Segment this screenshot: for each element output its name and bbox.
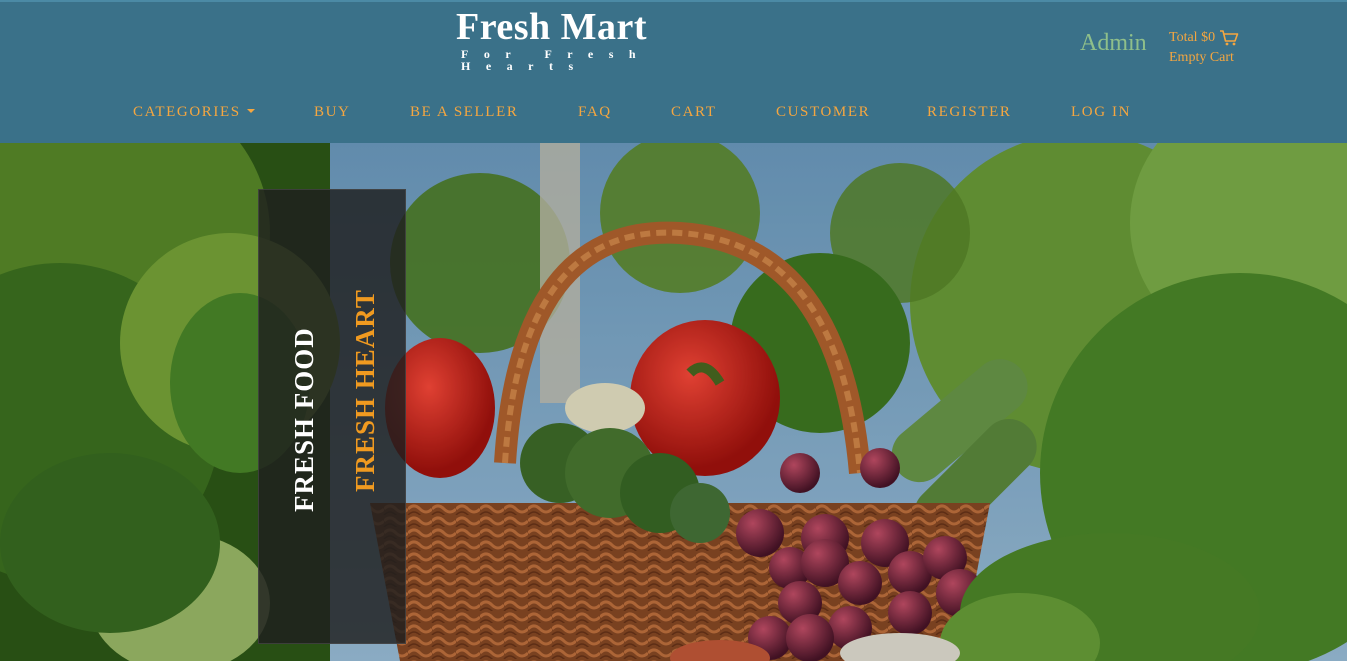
cart-total: Total $0 (1169, 30, 1216, 45)
site-header: Fresh Mart For Fresh Hearts Admin Total … (0, 0, 1347, 143)
main-nav: CATEGORIES BUY BE A SELLER FAQ CART CUST… (0, 104, 1347, 124)
caret-down-icon (246, 108, 255, 113)
admin-link[interactable]: Admin (1080, 30, 1147, 57)
nav-cart[interactable]: CART (671, 104, 717, 121)
nav-categories-label: CATEGORIES (133, 104, 241, 120)
hero-banner: FRESH FOOD FRESH HEART (258, 189, 406, 644)
hero-line-fresh-heart: FRESH HEART (350, 289, 380, 492)
cart-total-row[interactable]: Total $0 (1169, 28, 1239, 48)
nav-register[interactable]: REGISTER (927, 104, 1011, 121)
hero-section: FRESH FOOD FRESH HEART (0, 143, 1347, 661)
brand-tagline: For Fresh Hearts (461, 47, 652, 73)
hero-vegetable-basket-image (0, 143, 1347, 661)
nav-categories[interactable]: CATEGORIES (133, 104, 255, 121)
nav-be-a-seller[interactable]: BE A SELLER (410, 104, 518, 121)
nav-customer[interactable]: CUSTOMER (776, 104, 870, 121)
brand-title[interactable]: Fresh Mart (456, 6, 756, 48)
nav-log-in[interactable]: LOG IN (1071, 104, 1131, 121)
brand-logo[interactable]: Fresh Mart For Fresh Hearts (456, 6, 756, 72)
hero-line-fresh-food: FRESH FOOD (289, 327, 319, 512)
nav-faq[interactable]: FAQ (578, 104, 612, 121)
nav-buy[interactable]: BUY (314, 104, 350, 121)
shopping-cart-icon[interactable] (1219, 30, 1239, 46)
cart-status[interactable]: Empty Cart (1169, 48, 1239, 68)
mini-cart[interactable]: Total $0 Empty Cart (1169, 28, 1239, 68)
